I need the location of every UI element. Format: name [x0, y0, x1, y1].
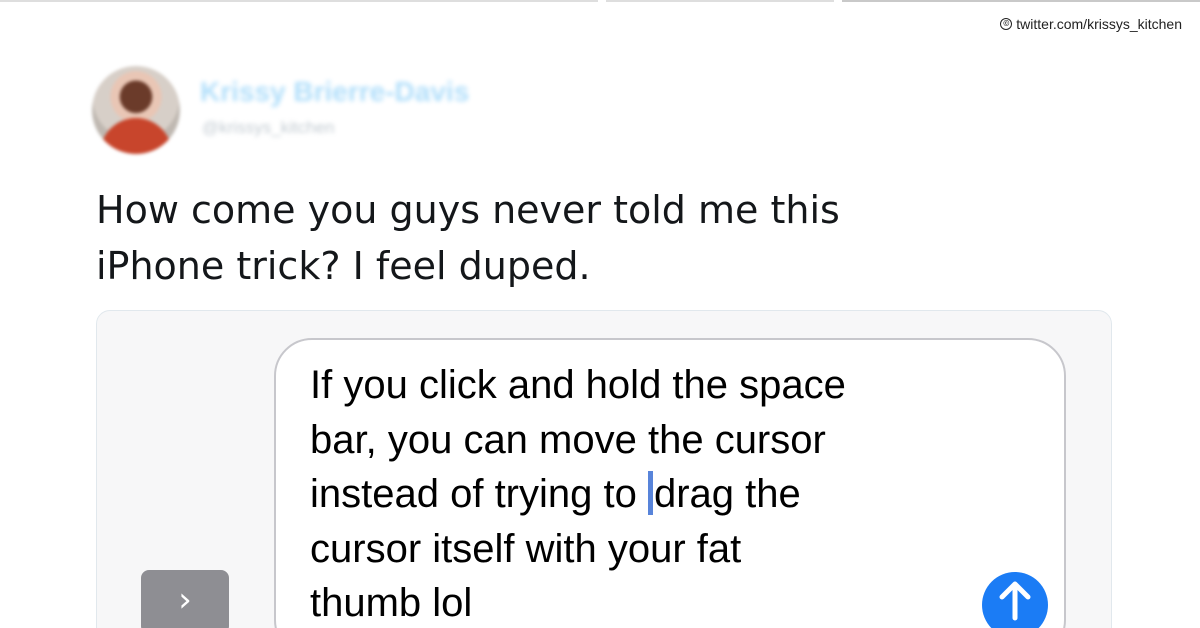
page: © twitter.com/krissys_kitchen Krissy Bri… [0, 0, 1200, 628]
copyright-icon: © [1000, 18, 1013, 30]
source-credit-text: twitter.com/krissys_kitchen [1016, 16, 1182, 32]
message-line-segment: instead of trying to [310, 472, 648, 516]
message-line: If you click and hold the space [310, 363, 846, 407]
author-handle[interactable]: @krissys_kitchen [202, 118, 335, 138]
text-cursor[interactable] [647, 471, 653, 515]
top-divider [842, 0, 1200, 2]
message-line: bar, you can move the cursor [310, 417, 826, 462]
message-line: thumb lol [310, 581, 473, 625]
source-credit: © twitter.com/krissys_kitchen [1000, 16, 1182, 32]
message-line: instead of trying to drag the [310, 467, 1050, 522]
tweet-text: How come you guys never told me this iPh… [96, 188, 840, 288]
arrow-up-icon [999, 581, 1031, 621]
expand-apps-button[interactable]: › [141, 570, 229, 628]
message-line: cursor itself with your fat [310, 526, 742, 571]
avatar-figure [100, 118, 172, 154]
top-divider [0, 0, 598, 2]
message-line-segment: drag the [653, 472, 801, 516]
chevron-right-icon: › [178, 580, 192, 620]
avatar[interactable] [92, 66, 180, 154]
top-divider [606, 0, 834, 2]
author-name[interactable]: Krissy Brierre-Davis [200, 76, 469, 108]
message-text[interactable]: If you click and hold the space bar, you… [310, 358, 1050, 628]
